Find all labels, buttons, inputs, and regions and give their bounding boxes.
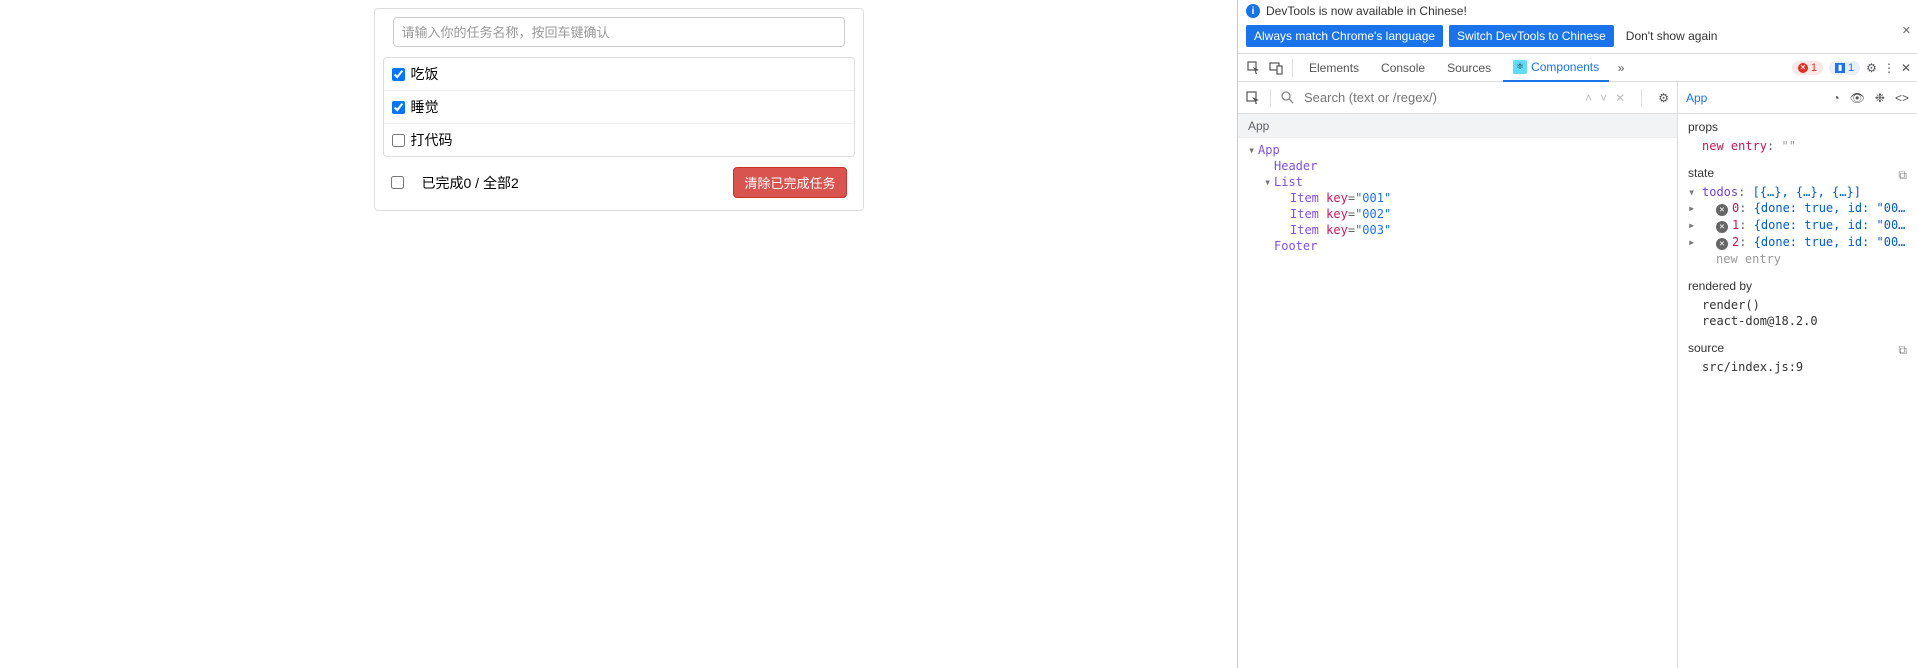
inspector-pane: App ◔ 👁 ❉ <> props new entry: "" state⧉ … <box>1678 82 1917 668</box>
delete-entry-icon[interactable]: ✕ <box>1716 238 1728 250</box>
component-tree-pane: ˄ ˅ ✕ ⚙ App ▾App Header ▾List Item key="… <box>1238 82 1678 668</box>
tab-components[interactable]: ⚛ Components <box>1503 54 1609 82</box>
tree-node-item[interactable]: Item key="002" <box>1238 206 1677 222</box>
tab-console[interactable]: Console <box>1371 54 1435 82</box>
switch-to-chinese-button[interactable]: Switch DevTools to Chinese <box>1449 25 1614 47</box>
kebab-menu-icon[interactable]: ⋮ <box>1883 61 1895 75</box>
react-icon: ⚛ <box>1513 60 1527 74</box>
component-tree[interactable]: ▾App Header ▾List Item key="001" Item ke… <box>1238 138 1677 668</box>
tree-node-footer[interactable]: Footer <box>1238 238 1677 254</box>
render-fn[interactable]: render() <box>1688 297 1907 313</box>
dont-show-again-button[interactable]: Don't show again <box>1620 25 1724 47</box>
devtools-body: ˄ ˅ ✕ ⚙ App ▾App Header ▾List Item key="… <box>1238 82 1917 668</box>
copy-icon[interactable]: ⧉ <box>1898 343 1907 358</box>
tab-sources[interactable]: Sources <box>1437 54 1501 82</box>
search-next-icon[interactable]: ˅ <box>1600 91 1607 105</box>
search-prev-icon[interactable]: ˄ <box>1585 91 1592 105</box>
info-icon: i <box>1246 4 1260 18</box>
rendered-by-title: rendered by <box>1688 279 1907 293</box>
props-section: props new entry: "" <box>1678 114 1917 160</box>
component-search-row: ˄ ˅ ✕ ⚙ <box>1238 82 1677 114</box>
todo-checkbox[interactable] <box>392 134 405 147</box>
devtools-tabs: Elements Console Sources ⚛ Components » … <box>1238 54 1917 82</box>
state-section: state⧉ ▾todos: [{…}, {…}, {…}] ▸✕0: {don… <box>1678 160 1917 273</box>
tree-node-item[interactable]: Item key="001" <box>1238 190 1677 206</box>
settings-icon[interactable]: ⚙ <box>1866 61 1877 75</box>
source-location[interactable]: src/index.js:9 <box>1688 359 1907 375</box>
todo-item: 吃饭 <box>384 58 854 91</box>
tab-components-label: Components <box>1531 60 1599 74</box>
react-dom-version[interactable]: react-dom@18.2.0 <box>1688 313 1907 329</box>
search-clear-icon[interactable]: ✕ <box>1615 91 1625 105</box>
element-picker-icon[interactable] <box>1246 91 1260 105</box>
todo-checkbox[interactable] <box>392 101 405 114</box>
props-title: props <box>1688 120 1907 134</box>
inspect-dom-icon[interactable]: 👁 <box>1850 91 1865 105</box>
inspect-element-icon[interactable] <box>1244 58 1264 78</box>
state-title: state <box>1688 166 1714 180</box>
tree-node-app[interactable]: ▾App <box>1238 142 1677 158</box>
inspector-header: App ◔ 👁 ❉ <> <box>1678 82 1917 114</box>
selected-component-name: App <box>1686 91 1707 105</box>
app-viewport: 吃饭 睡觉 打代码 已完成0 / 全部2 清除已完成任务 <box>0 0 1237 668</box>
info-count: 1 <box>1848 62 1854 74</box>
todo-item: 睡觉 <box>384 91 854 124</box>
close-devtools-icon[interactable]: ✕ <box>1901 61 1911 75</box>
devtools-panel: i DevTools is now available in Chinese! … <box>1237 0 1917 668</box>
banner-text: DevTools is now available in Chinese! <box>1266 4 1467 18</box>
delete-entry-icon[interactable]: ✕ <box>1716 221 1728 233</box>
copy-icon[interactable]: ⧉ <box>1898 168 1907 183</box>
error-count: 1 <box>1811 62 1817 74</box>
error-badge[interactable]: ✕1 <box>1792 61 1823 75</box>
todo-item: 打代码 <box>384 124 854 156</box>
source-title: source <box>1688 341 1724 355</box>
breadcrumb-item[interactable]: App <box>1248 119 1269 133</box>
tree-settings-icon[interactable]: ⚙ <box>1658 91 1669 105</box>
tree-node-item[interactable]: Item key="003" <box>1238 222 1677 238</box>
device-toolbar-icon[interactable] <box>1266 58 1286 78</box>
source-section: source ⧉ src/index.js:9 <box>1678 335 1917 381</box>
debug-icon[interactable]: ❉ <box>1875 91 1885 105</box>
todo-label: 打代码 <box>411 130 453 150</box>
todo-label: 吃饭 <box>411 64 439 84</box>
todo-checkbox[interactable] <box>392 68 405 81</box>
search-icon <box>1281 91 1294 104</box>
new-task-input[interactable] <box>393 17 845 47</box>
always-match-language-button[interactable]: Always match Chrome's language <box>1246 25 1443 47</box>
todo-label: 睡觉 <box>411 97 439 117</box>
delete-entry-icon[interactable]: ✕ <box>1716 204 1728 216</box>
clear-completed-button[interactable]: 清除已完成任务 <box>733 167 846 198</box>
todo-container: 吃饭 睡觉 打代码 已完成0 / 全部2 清除已完成任务 <box>374 8 864 211</box>
close-banner-icon[interactable]: ✕ <box>1902 24 1911 37</box>
suspend-icon[interactable]: ◔ <box>1832 91 1839 105</box>
language-banner: i DevTools is now available in Chinese! <box>1238 0 1917 22</box>
todo-list: 吃饭 睡觉 打代码 <box>383 57 855 157</box>
tree-node-header[interactable]: Header <box>1238 158 1677 174</box>
language-banner-actions: Always match Chrome's language Switch De… <box>1238 22 1917 54</box>
breadcrumb: App <box>1238 114 1677 138</box>
todo-footer: 已完成0 / 全部2 清除已完成任务 <box>383 157 855 202</box>
select-all-checkbox[interactable] <box>391 176 404 189</box>
component-search-input[interactable] <box>1304 90 1575 105</box>
tree-node-list[interactable]: ▾List <box>1238 174 1677 190</box>
tab-elements[interactable]: Elements <box>1299 54 1369 82</box>
view-source-icon[interactable]: <> <box>1895 91 1909 105</box>
more-tabs-icon[interactable]: » <box>1611 58 1631 78</box>
info-badge[interactable]: ▮1 <box>1829 61 1860 75</box>
summary-text: 已完成0 / 全部2 <box>422 173 519 193</box>
rendered-by-section: rendered by render() react-dom@18.2.0 <box>1678 273 1917 335</box>
